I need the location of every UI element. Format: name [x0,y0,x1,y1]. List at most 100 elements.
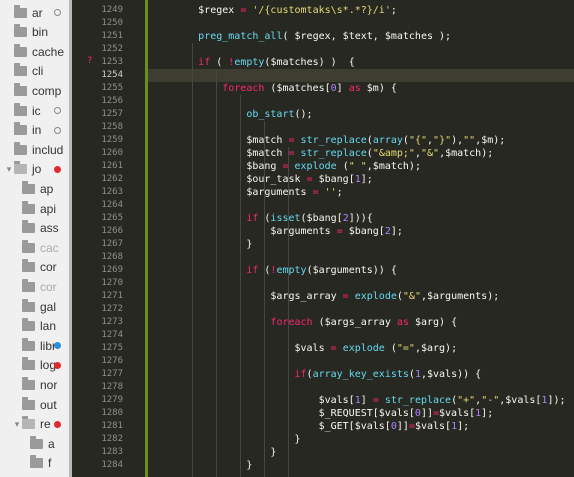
line-number: 1252 [101,44,123,54]
sidebar-item-out[interactable]: out [12,395,57,414]
folder-icon [14,82,27,96]
code-line[interactable]: $match = str_replace(array("{","}"),"",$… [150,134,505,147]
code-line[interactable]: $_GET[$vals[0]]=$vals[1]; [150,420,470,433]
code-line[interactable]: preg_match_all( $regex, $text, $matches … [150,30,451,43]
sidebar-item-label: out [40,397,57,412]
code-line[interactable]: foreach ($matches[0] as $m) { [150,82,397,95]
code-line[interactable]: $regex = '/{customtaks\s*.*?}/i'; [150,4,397,17]
sidebar-item-nor[interactable]: nor [12,375,57,394]
code-line[interactable]: $_REQUEST[$vals[0]]=$vals[1]; [150,407,494,420]
code-line[interactable]: } [150,446,276,459]
code-line[interactable]: foreach ($args_array as $arg) { [150,316,457,329]
sidebar-item-lan[interactable]: lan [12,317,56,336]
code-line[interactable]: $arguments = ''; [150,186,342,199]
folder-icon [22,298,35,312]
chevron-down-icon[interactable]: ▾ [4,164,14,175]
sidebar-item-log[interactable]: log [12,356,56,375]
code-line[interactable]: $match = str_replace("&amp;","&",$match)… [150,147,493,160]
folder-icon [14,43,27,57]
line-number: 1251 [101,31,123,41]
line-number: 1268 [101,252,123,262]
code-line[interactable]: $args_array = explode("&",$arguments); [150,290,499,303]
sidebar-item-label: a [48,436,55,451]
sidebar-item-ass[interactable]: ass [12,219,59,238]
sidebar-item-in[interactable]: in [4,121,41,140]
folder-icon [22,337,35,351]
sidebar-item-includ[interactable]: includ [4,140,63,159]
status-ring-icon [54,107,61,114]
line-number: 1261 [101,161,123,171]
sidebar-item-ar[interactable]: ar [4,3,43,22]
code-line[interactable]: $our_task = $bang[1]; [150,173,372,186]
status-dot-icon [54,165,61,173]
sidebar-item-label: api [40,201,57,216]
code-line[interactable]: } [150,238,252,251]
sidebar-item-label: ar [32,5,43,20]
sidebar-item-cac[interactable]: cac [12,238,59,257]
sidebar-item-gal[interactable]: gal [12,297,56,316]
sidebar-item-re[interactable]: ▾ re [12,415,51,434]
sidebar-scrollbar[interactable] [69,0,72,477]
folder-icon [22,278,35,292]
sidebar-item-label: cac [40,240,59,255]
folder-icon [22,357,35,371]
folder-icon [14,24,27,38]
line-number: 1250 [101,18,123,28]
code-line[interactable]: $arguments = $bang[2]; [150,225,403,238]
current-line-highlight [148,69,574,82]
folder-icon [22,239,35,253]
warning-marker-icon[interactable]: ? [87,56,92,66]
sidebar-item-label: cache [32,44,65,59]
sidebar-item-label: ass [40,221,59,236]
line-number: 1277 [101,369,123,379]
sidebar-item-label: includ [32,142,64,157]
line-number: 1265 [101,213,123,223]
sidebar-item-comp[interactable]: comp [4,81,61,100]
line-number: 1259 [101,135,123,145]
sidebar-item-jo[interactable]: ▾ jo [4,160,41,179]
folder-icon [22,376,35,390]
line-number: 1274 [101,330,123,340]
folder-icon [14,4,27,18]
status-dot-icon [54,361,61,369]
code-editor[interactable]: $regex = '/{customtaks\s*.*?}/i'; preg_m… [148,0,574,477]
folder-icon [14,63,27,77]
line-number: 1275 [101,343,123,353]
code-line[interactable]: $bang = explode (" ",$match); [150,160,421,173]
sidebar-item-label: nor [40,377,58,392]
code-line[interactable]: if(array_key_exists(1,$vals)) { [150,368,482,381]
sidebar-item-cor[interactable]: cor [12,277,57,296]
folder-icon [30,435,43,449]
code-line[interactable]: $vals = explode ("=",$arg); [150,342,457,355]
sidebar-item-bin[interactable]: bin [4,23,48,42]
sidebar-item-ap[interactable]: ap [12,179,53,198]
folder-open-icon [22,416,35,430]
code-line[interactable]: if (isset($bang[2])){ [150,212,372,225]
line-number: 1280 [101,408,123,418]
code-line[interactable]: $vals[1] = str_replace("+","-",$vals[1])… [150,394,566,407]
sidebar-item-f[interactable]: f [20,454,51,473]
line-number-gutter: 1249 1250 1251 1252 1253? 1254 1255 1256 1257 125… [69,0,148,477]
sidebar-item-ic[interactable]: ic [4,101,41,120]
code-line[interactable]: } [150,459,252,472]
code-line[interactable]: if (!empty($arguments)) { [150,264,397,277]
line-number: 1267 [101,239,123,249]
line-number: 1266 [101,226,123,236]
sidebar-item-label: ic [32,103,41,118]
folder-icon [14,122,27,136]
sidebar-item-libr[interactable]: libr [12,336,56,355]
sidebar-item-cor[interactable]: cor [12,258,57,277]
line-number: 1282 [101,434,123,444]
sidebar-item-cache[interactable]: cache [4,42,64,61]
line-number: 1270 [101,278,123,288]
sidebar-item-a[interactable]: a [20,434,55,453]
line-number: 1263 [101,187,123,197]
code-line[interactable]: ob_start(); [150,108,312,121]
chevron-down-icon[interactable]: ▾ [12,419,22,430]
code-line[interactable]: } [150,433,300,446]
line-number: 1260 [101,148,123,158]
line-number: 1253 [101,57,123,67]
code-line[interactable]: if ( !empty($matches) ) { [150,56,355,69]
sidebar-item-api[interactable]: api [12,199,56,218]
sidebar-item-cli[interactable]: cli [4,62,43,81]
